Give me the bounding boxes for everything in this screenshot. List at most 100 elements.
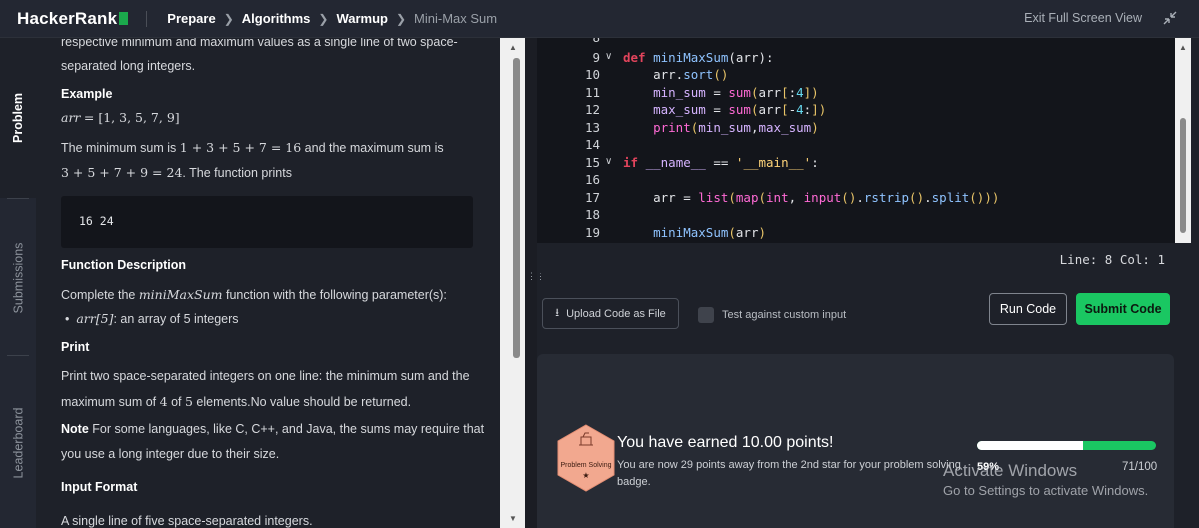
chevron-right-icon: ❯ [318,11,329,26]
print-2c: elements.No value should be returned. [192,395,412,409]
input-format-text: A single line of five space-separated in… [61,514,313,528]
line-number: 14 [584,137,600,152]
function-description-text: Complete the miniMaxSum function with th… [61,287,447,302]
example-heading: Example [61,87,113,101]
problem-scrollbar[interactable]: ▲ ▼ [500,38,525,528]
upload-code-label: Upload Code as File [566,307,666,320]
logo-square-icon [119,12,129,25]
code-line: min_sum = sum(arr[:4]) [653,85,819,100]
problem-panel: respective minimum and maximum values as… [36,38,500,528]
print-2b: of [167,395,185,409]
line-number: 13 [584,120,600,135]
breadcrumb-warmup[interactable]: Warmup [336,11,388,26]
tab-divider [7,198,29,199]
submit-code-button[interactable]: Submit Code [1076,293,1170,325]
code-line: miniMaxSum(arr) [653,225,767,240]
watermark-subtitle: Go to Settings to activate Windows. [943,483,1149,498]
tab-submissions[interactable]: Submissions [0,218,36,338]
badge-label: Problem Solving [561,462,612,469]
note-line-2: you use a long integer due to their size… [61,447,280,461]
intro-line-1: respective minimum and maximum values as… [61,38,458,49]
breadcrumb-algorithms[interactable]: Algorithms [242,11,311,26]
points-earned-text: You have earned 10.00 points! [617,434,834,451]
min-sum-line: The minimum sum is 1 + 3 + 5 + 7 = 16 an… [61,140,444,155]
example-array: arr = [1, 3, 5, 7, 9] [61,110,180,125]
print-line-2: maximum sum of 4 of 5 elements.No value … [61,394,411,409]
example-arr-var: arr [61,110,81,125]
scroll-up-icon[interactable]: ▲ [509,44,517,52]
drag-handle-icon[interactable]: ⋮⋮ [527,272,545,290]
scrollbar-thumb[interactable] [1180,118,1186,233]
editor-scrollbar[interactable]: ▲ [1175,38,1191,243]
watermark-title: Activate Windows [943,461,1078,480]
line-number: 10 [584,67,600,82]
print-2a: maximum sum of [61,395,160,409]
line-number: 18 [584,207,600,222]
code-line: arr = list(map(int, input().rstrip().spl… [623,190,1000,205]
note-label: Note [61,422,89,436]
progress-count: 71/100 [1122,461,1158,473]
tab-leaderboard[interactable]: Leaderboard [0,378,36,508]
exit-full-screen-icon[interactable] [1163,11,1177,25]
note-text: For some languages, like C, C++, and Jav… [88,422,485,436]
svg-text:★: ★ [582,471,589,480]
chevron-right-icon: ❯ [223,11,234,26]
fold-chevron-icon[interactable]: ∨ [605,51,612,62]
code-editor[interactable]: 8 9 10 11 12 13 14 15 16 17 18 19 ∨ ∨ de… [537,38,1175,243]
line-number: 8 [574,38,600,45]
divider [146,10,148,27]
tab-divider [7,355,29,356]
top-bar: HackerRank Prepare ❯ Algorithms ❯ Warmup… [0,0,1199,38]
upload-code-button[interactable]: ⭳ Upload Code as File [542,298,679,329]
breadcrumb-prepare[interactable]: Prepare [167,11,215,26]
scrollbar-thumb[interactable] [513,58,520,358]
intro-line-2: separated long integers. [61,59,196,73]
print-2n2: 5 [184,394,193,409]
line-number: 17 [584,190,600,205]
note-line-1: Note For some languages, like C, C++, an… [61,422,484,436]
line-number: 16 [584,172,600,187]
scroll-down-icon[interactable]: ▼ [509,515,517,523]
custom-input-label[interactable]: Test against custom input [722,309,846,321]
max-text-b: . The function prints [182,166,292,180]
max-expression: 3 + 5 + 7 + 9 = 24 [61,165,183,180]
scroll-up-icon[interactable]: ▲ [1179,44,1187,52]
tab-problem[interactable]: Problem [0,38,36,198]
cursor-position: Line: 8 Col: 1 [1059,252,1165,267]
code-line: arr.sort() [623,67,729,82]
code-line: if __name__ == '__main__': [623,155,819,170]
max-sum-line: 3 + 5 + 7 + 9 = 24. The function prints [61,165,292,180]
exit-full-screen-link[interactable]: Exit Full Screen View [1024,11,1142,25]
sample-output-text: 16 24 [79,214,114,228]
min-expression: 1 + 3 + 5 + 7 = 16 [179,140,302,155]
fold-chevron-icon[interactable]: ∨ [605,156,612,167]
panel-splitter[interactable]: ⋮⋮ [525,38,545,528]
tab-submissions-label: Submissions [11,242,25,314]
sample-output-block: 16 24 [61,196,473,248]
parameter-item: • arr[5]: an array of 5 integers [65,311,239,326]
hackerrank-logo[interactable]: HackerRank [17,9,129,29]
function-description-heading: Function Description [61,258,186,272]
code-line: print(min_sum,max_sum) [653,120,819,135]
page-scrollbar[interactable] [1191,38,1199,528]
tab-problem-label: Problem [11,92,26,144]
badge-progress-bar [977,441,1156,450]
custom-input-checkbox[interactable] [698,307,714,323]
line-number: 11 [584,85,600,100]
code-line: def miniMaxSum(arr): [623,50,774,65]
bullet-icon: • [65,312,77,326]
example-arr-value: = [1, 3, 5, 7, 9] [83,110,180,125]
print-line-1: Print two space-separated integers on on… [61,369,470,383]
print-2n1: 4 [159,394,168,409]
run-code-button[interactable]: Run Code [989,293,1067,325]
chevron-right-icon: ❯ [395,11,407,26]
func-desc-b: function with the following parameter(s)… [222,288,447,302]
editor-status-bar: Line: 8 Col: 1 [537,243,1175,273]
upload-icon: ⭳ [555,307,560,319]
points-away-text: You are now 29 points away from the 2nd … [617,459,961,488]
input-format-heading: Input Format [61,480,138,494]
param-desc: : an array of 5 integers [113,312,239,326]
print-heading: Print [61,340,90,354]
line-number: 12 [584,102,600,117]
func-desc-a: Complete the [61,288,139,302]
